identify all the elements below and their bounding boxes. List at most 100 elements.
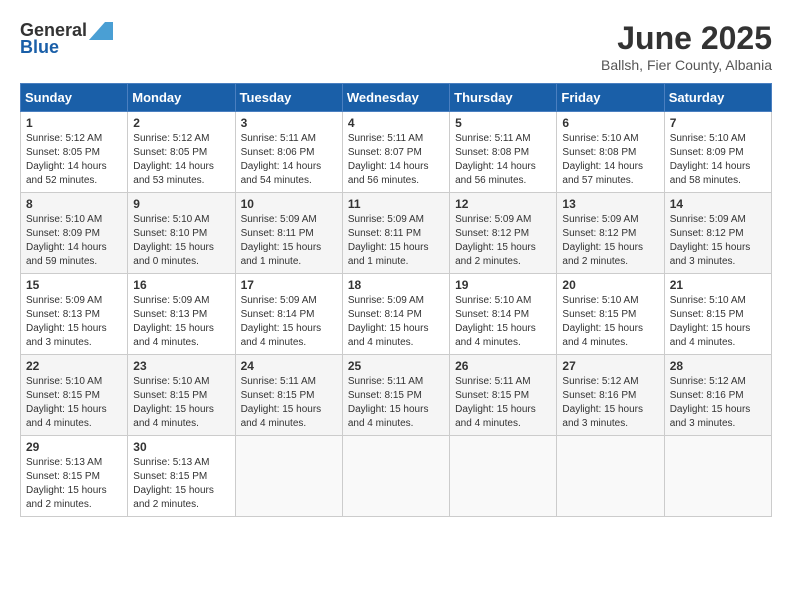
day-info: Sunrise: 5:12 AM Sunset: 8:05 PM Dayligh… <box>26 132 122 188</box>
day-cell: 8 Sunrise: 5:10 AM Sunset: 8:09 PM Dayli… <box>21 193 128 274</box>
day-cell: 30 Sunrise: 5:13 AM Sunset: 8:15 PM Dayl… <box>128 436 235 517</box>
day-info: Sunrise: 5:10 AM Sunset: 8:09 PM Dayligh… <box>670 132 766 188</box>
weekday-header-monday: Monday <box>128 84 235 112</box>
day-info: Sunrise: 5:11 AM Sunset: 8:08 PM Dayligh… <box>455 132 551 188</box>
day-cell: 7 Sunrise: 5:10 AM Sunset: 8:09 PM Dayli… <box>664 112 771 193</box>
day-number: 24 <box>241 359 337 373</box>
day-cell: 13 Sunrise: 5:09 AM Sunset: 8:12 PM Dayl… <box>557 193 664 274</box>
day-info: Sunrise: 5:10 AM Sunset: 8:15 PM Dayligh… <box>133 375 229 431</box>
day-cell: 15 Sunrise: 5:09 AM Sunset: 8:13 PM Dayl… <box>21 274 128 355</box>
day-cell: 19 Sunrise: 5:10 AM Sunset: 8:14 PM Dayl… <box>450 274 557 355</box>
day-cell: 3 Sunrise: 5:11 AM Sunset: 8:06 PM Dayli… <box>235 112 342 193</box>
weekday-header-saturday: Saturday <box>664 84 771 112</box>
day-cell: 5 Sunrise: 5:11 AM Sunset: 8:08 PM Dayli… <box>450 112 557 193</box>
weekday-header-sunday: Sunday <box>21 84 128 112</box>
day-info: Sunrise: 5:09 AM Sunset: 8:12 PM Dayligh… <box>670 213 766 269</box>
day-number: 12 <box>455 197 551 211</box>
location: Ballsh, Fier County, Albania <box>601 57 772 73</box>
day-cell: 25 Sunrise: 5:11 AM Sunset: 8:15 PM Dayl… <box>342 355 449 436</box>
week-row-4: 22 Sunrise: 5:10 AM Sunset: 8:15 PM Dayl… <box>21 355 772 436</box>
day-cell: 14 Sunrise: 5:09 AM Sunset: 8:12 PM Dayl… <box>664 193 771 274</box>
day-cell <box>557 436 664 517</box>
day-cell: 12 Sunrise: 5:09 AM Sunset: 8:12 PM Dayl… <box>450 193 557 274</box>
day-cell: 24 Sunrise: 5:11 AM Sunset: 8:15 PM Dayl… <box>235 355 342 436</box>
weekday-header-friday: Friday <box>557 84 664 112</box>
day-number: 25 <box>348 359 444 373</box>
day-cell: 27 Sunrise: 5:12 AM Sunset: 8:16 PM Dayl… <box>557 355 664 436</box>
day-info: Sunrise: 5:12 AM Sunset: 8:16 PM Dayligh… <box>562 375 658 431</box>
day-number: 16 <box>133 278 229 292</box>
day-number: 8 <box>26 197 122 211</box>
day-info: Sunrise: 5:11 AM Sunset: 8:15 PM Dayligh… <box>348 375 444 431</box>
logo: General Blue <box>20 20 113 58</box>
logo-blue-text: Blue <box>20 37 59 58</box>
day-info: Sunrise: 5:09 AM Sunset: 8:14 PM Dayligh… <box>241 294 337 350</box>
day-number: 6 <box>562 116 658 130</box>
week-row-3: 15 Sunrise: 5:09 AM Sunset: 8:13 PM Dayl… <box>21 274 772 355</box>
day-cell: 22 Sunrise: 5:10 AM Sunset: 8:15 PM Dayl… <box>21 355 128 436</box>
day-number: 20 <box>562 278 658 292</box>
day-number: 3 <box>241 116 337 130</box>
day-cell: 16 Sunrise: 5:09 AM Sunset: 8:13 PM Dayl… <box>128 274 235 355</box>
day-cell: 9 Sunrise: 5:10 AM Sunset: 8:10 PM Dayli… <box>128 193 235 274</box>
day-cell <box>664 436 771 517</box>
day-number: 9 <box>133 197 229 211</box>
day-cell <box>235 436 342 517</box>
logo-icon <box>89 22 113 40</box>
day-number: 30 <box>133 440 229 454</box>
day-info: Sunrise: 5:09 AM Sunset: 8:13 PM Dayligh… <box>133 294 229 350</box>
day-info: Sunrise: 5:11 AM Sunset: 8:07 PM Dayligh… <box>348 132 444 188</box>
day-number: 7 <box>670 116 766 130</box>
day-cell: 18 Sunrise: 5:09 AM Sunset: 8:14 PM Dayl… <box>342 274 449 355</box>
day-cell: 2 Sunrise: 5:12 AM Sunset: 8:05 PM Dayli… <box>128 112 235 193</box>
day-number: 15 <box>26 278 122 292</box>
day-info: Sunrise: 5:11 AM Sunset: 8:15 PM Dayligh… <box>241 375 337 431</box>
day-cell: 23 Sunrise: 5:10 AM Sunset: 8:15 PM Dayl… <box>128 355 235 436</box>
weekday-header-thursday: Thursday <box>450 84 557 112</box>
weekday-header-tuesday: Tuesday <box>235 84 342 112</box>
day-cell: 26 Sunrise: 5:11 AM Sunset: 8:15 PM Dayl… <box>450 355 557 436</box>
day-info: Sunrise: 5:10 AM Sunset: 8:08 PM Dayligh… <box>562 132 658 188</box>
day-cell: 28 Sunrise: 5:12 AM Sunset: 8:16 PM Dayl… <box>664 355 771 436</box>
day-number: 1 <box>26 116 122 130</box>
day-info: Sunrise: 5:11 AM Sunset: 8:15 PM Dayligh… <box>455 375 551 431</box>
day-info: Sunrise: 5:10 AM Sunset: 8:15 PM Dayligh… <box>670 294 766 350</box>
day-number: 29 <box>26 440 122 454</box>
day-number: 5 <box>455 116 551 130</box>
day-info: Sunrise: 5:10 AM Sunset: 8:15 PM Dayligh… <box>562 294 658 350</box>
day-info: Sunrise: 5:10 AM Sunset: 8:14 PM Dayligh… <box>455 294 551 350</box>
day-number: 13 <box>562 197 658 211</box>
day-cell: 6 Sunrise: 5:10 AM Sunset: 8:08 PM Dayli… <box>557 112 664 193</box>
day-number: 26 <box>455 359 551 373</box>
day-number: 4 <box>348 116 444 130</box>
day-number: 23 <box>133 359 229 373</box>
day-cell: 20 Sunrise: 5:10 AM Sunset: 8:15 PM Dayl… <box>557 274 664 355</box>
day-number: 11 <box>348 197 444 211</box>
day-cell: 17 Sunrise: 5:09 AM Sunset: 8:14 PM Dayl… <box>235 274 342 355</box>
day-cell: 11 Sunrise: 5:09 AM Sunset: 8:11 PM Dayl… <box>342 193 449 274</box>
day-cell: 1 Sunrise: 5:12 AM Sunset: 8:05 PM Dayli… <box>21 112 128 193</box>
day-cell: 10 Sunrise: 5:09 AM Sunset: 8:11 PM Dayl… <box>235 193 342 274</box>
day-info: Sunrise: 5:12 AM Sunset: 8:05 PM Dayligh… <box>133 132 229 188</box>
week-row-5: 29 Sunrise: 5:13 AM Sunset: 8:15 PM Dayl… <box>21 436 772 517</box>
week-row-1: 1 Sunrise: 5:12 AM Sunset: 8:05 PM Dayli… <box>21 112 772 193</box>
day-number: 19 <box>455 278 551 292</box>
day-info: Sunrise: 5:11 AM Sunset: 8:06 PM Dayligh… <box>241 132 337 188</box>
day-info: Sunrise: 5:09 AM Sunset: 8:13 PM Dayligh… <box>26 294 122 350</box>
day-cell: 29 Sunrise: 5:13 AM Sunset: 8:15 PM Dayl… <box>21 436 128 517</box>
day-info: Sunrise: 5:09 AM Sunset: 8:14 PM Dayligh… <box>348 294 444 350</box>
day-number: 22 <box>26 359 122 373</box>
day-info: Sunrise: 5:09 AM Sunset: 8:11 PM Dayligh… <box>348 213 444 269</box>
day-info: Sunrise: 5:09 AM Sunset: 8:12 PM Dayligh… <box>562 213 658 269</box>
day-number: 18 <box>348 278 444 292</box>
week-row-2: 8 Sunrise: 5:10 AM Sunset: 8:09 PM Dayli… <box>21 193 772 274</box>
day-number: 17 <box>241 278 337 292</box>
day-number: 10 <box>241 197 337 211</box>
day-info: Sunrise: 5:10 AM Sunset: 8:10 PM Dayligh… <box>133 213 229 269</box>
day-cell: 4 Sunrise: 5:11 AM Sunset: 8:07 PM Dayli… <box>342 112 449 193</box>
day-number: 27 <box>562 359 658 373</box>
day-info: Sunrise: 5:10 AM Sunset: 8:15 PM Dayligh… <box>26 375 122 431</box>
page-header: General Blue June 2025 Ballsh, Fier Coun… <box>20 20 772 73</box>
weekday-header-row: SundayMondayTuesdayWednesdayThursdayFrid… <box>21 84 772 112</box>
day-info: Sunrise: 5:09 AM Sunset: 8:11 PM Dayligh… <box>241 213 337 269</box>
